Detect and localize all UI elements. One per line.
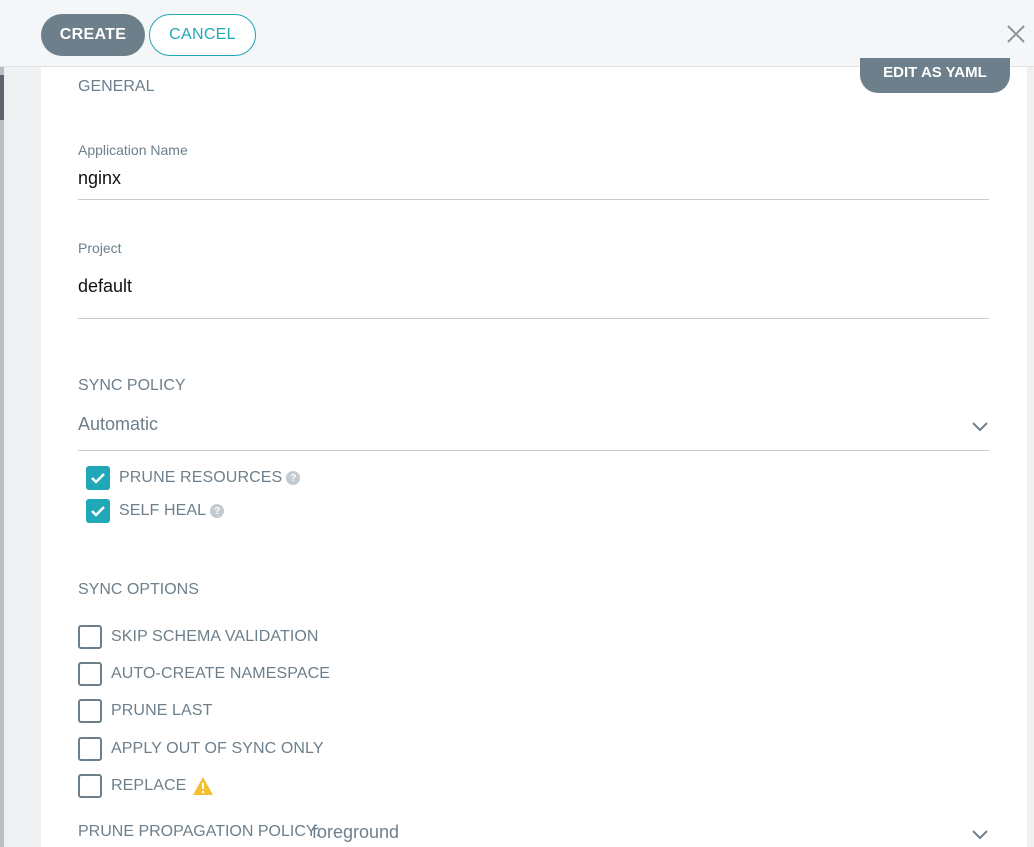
- skip-schema-validation-checkbox[interactable]: [78, 625, 102, 649]
- self-heal-label: SELF HEAL: [119, 502, 207, 519]
- auto-create-namespace-option[interactable]: AUTO-CREATE NAMESPACE: [78, 662, 330, 686]
- application-name-underline: [78, 199, 989, 200]
- check-icon: [91, 473, 105, 484]
- prune-propagation-policy-label: PRUNE PROPAGATION POLICY:: [78, 823, 321, 840]
- prune-resources-label: PRUNE RESOURCES: [119, 469, 283, 486]
- application-name-label: Application Name: [78, 142, 188, 158]
- prune-resources-checkbox[interactable]: [86, 466, 110, 490]
- replace-checkbox[interactable]: [78, 774, 102, 798]
- project-label: Project: [78, 240, 122, 256]
- sync-options-section-title: SYNC OPTIONS: [78, 581, 199, 598]
- background-strip: [0, 0, 4, 847]
- close-icon[interactable]: [1005, 23, 1027, 45]
- sync-policy-select[interactable]: Automatic: [78, 414, 158, 435]
- chevron-down-icon[interactable]: [971, 420, 989, 432]
- cancel-button[interactable]: CANCEL: [149, 14, 256, 56]
- general-section-title: GENERAL: [78, 78, 155, 95]
- project-input[interactable]: default: [78, 276, 132, 297]
- prune-last-label: PRUNE LAST: [111, 702, 213, 719]
- warning-icon: [193, 777, 214, 795]
- self-heal-checkbox[interactable]: [86, 499, 110, 523]
- apply-out-of-sync-only-option[interactable]: APPLY OUT OF SYNC ONLY: [78, 737, 324, 761]
- prune-last-checkbox[interactable]: [78, 699, 102, 723]
- background-mark: [0, 75, 4, 120]
- form-panel: [41, 67, 1027, 847]
- skip-schema-validation-option[interactable]: SKIP SCHEMA VALIDATION: [78, 625, 319, 649]
- dialog-header: CREATE CANCEL: [0, 0, 1034, 67]
- sync-policy-section-title: SYNC POLICY: [78, 377, 186, 394]
- skip-schema-validation-label: SKIP SCHEMA VALIDATION: [111, 628, 319, 645]
- prune-last-option[interactable]: PRUNE LAST: [78, 699, 212, 723]
- chevron-down-icon[interactable]: [971, 828, 989, 840]
- check-icon: [91, 506, 105, 517]
- application-name-input[interactable]: nginx: [78, 168, 121, 189]
- sync-policy-underline: [78, 450, 989, 451]
- apply-out-of-sync-only-label: APPLY OUT OF SYNC ONLY: [111, 740, 324, 757]
- auto-create-namespace-checkbox[interactable]: [78, 662, 102, 686]
- apply-out-of-sync-only-checkbox[interactable]: [78, 737, 102, 761]
- self-heal-option[interactable]: SELF HEAL ?: [86, 499, 225, 523]
- replace-label: REPLACE: [111, 777, 187, 794]
- help-icon[interactable]: ?: [210, 504, 225, 518]
- edit-as-yaml-button[interactable]: EDIT AS YAML: [860, 58, 1010, 93]
- create-button[interactable]: CREATE: [41, 14, 145, 56]
- create-application-dialog: CREATE CANCEL EDIT AS YAML GENERAL Appli…: [0, 0, 1034, 847]
- help-icon[interactable]: ?: [286, 471, 301, 485]
- prune-resources-option[interactable]: PRUNE RESOURCES ?: [86, 466, 301, 490]
- project-underline: [78, 318, 989, 319]
- prune-propagation-policy-select[interactable]: foreground: [312, 822, 399, 843]
- replace-option[interactable]: REPLACE: [78, 774, 214, 798]
- auto-create-namespace-label: AUTO-CREATE NAMESPACE: [111, 665, 331, 682]
